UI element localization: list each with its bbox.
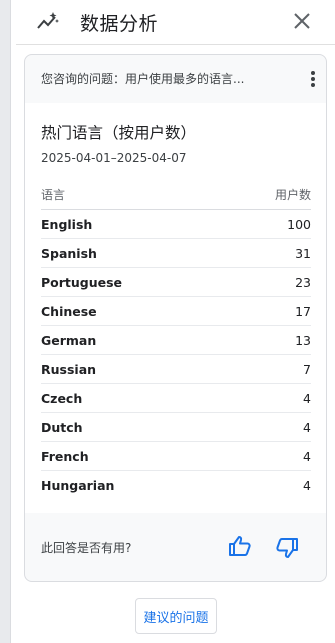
column-language: 语言 (41, 187, 66, 202)
answer-card: 您咨询的问题：用户使用最多的语言... 热门语言（按用户数） 2025-04-0… (24, 54, 327, 582)
analytics-panel: 数据分析 您咨询的问题：用户使用最多的语言... 热门语言（按用户数） 2025… (16, 0, 335, 643)
panel-header: 数据分析 (16, 0, 335, 44)
table-row: German 13 (41, 326, 311, 355)
row-language: Dutch (41, 419, 83, 435)
thumbs-down-icon[interactable] (275, 536, 299, 560)
row-users: 31 (295, 245, 311, 261)
report-body: 热门语言（按用户数） 2025-04-01–2025-04-07 语言 用户数 … (25, 103, 326, 513)
row-language: Spanish (41, 245, 97, 261)
row-language: Portuguese (41, 274, 123, 290)
feedback-question: 此回答是否有用? (41, 541, 132, 555)
row-users: 13 (295, 332, 311, 348)
row-language: Czech (41, 390, 83, 406)
panel-title: 数据分析 (80, 13, 159, 35)
table-row: Portuguese 23 (41, 268, 311, 297)
date-range: 2025-04-01–2025-04-07 (41, 151, 187, 165)
table-row: Spanish 31 (41, 239, 311, 268)
table-row: Dutch 4 (41, 413, 311, 442)
column-users: 用户数 (274, 187, 311, 202)
suggested-questions-button[interactable]: 建议的问题 (135, 598, 217, 634)
row-users: 4 (303, 477, 311, 493)
row-users: 17 (295, 303, 311, 319)
header-divider (16, 44, 335, 45)
row-language: Chinese (41, 303, 97, 319)
row-language: Russian (41, 361, 97, 377)
table-row: French 4 (41, 442, 311, 471)
table-header: 语言 用户数 (41, 179, 311, 210)
more-options-icon[interactable] (306, 67, 320, 91)
row-users: 23 (295, 274, 311, 290)
thumbs-up-icon[interactable] (228, 534, 252, 558)
row-users: 4 (303, 448, 311, 464)
row-language: Hungarian (41, 477, 115, 493)
row-language: French (41, 448, 89, 464)
row-language: English (41, 216, 93, 232)
table-row: Czech 4 (41, 384, 311, 413)
row-users: 100 (287, 216, 311, 232)
row-users: 4 (303, 419, 311, 435)
table-row: Hungarian 4 (41, 471, 311, 499)
row-users: 4 (303, 390, 311, 406)
row-language: German (41, 332, 97, 348)
row-users: 7 (303, 361, 311, 377)
table-row: Chinese 17 (41, 297, 311, 326)
asked-question: 您咨询的问题：用户使用最多的语言... (41, 72, 245, 86)
sparkline-icon (37, 12, 59, 29)
left-rail (0, 0, 11, 643)
close-icon[interactable] (291, 10, 313, 32)
language-table: 语言 用户数 English 100 Spanish 31 Portuguese… (41, 179, 311, 499)
table-row: Russian 7 (41, 355, 311, 384)
table-row: English 100 (41, 210, 311, 239)
report-title: 热门语言（按用户数） (41, 124, 197, 142)
